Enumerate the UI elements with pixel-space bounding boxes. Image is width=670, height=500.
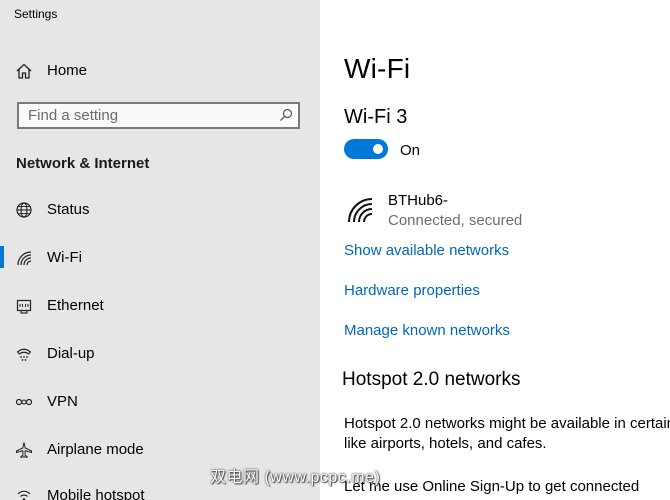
sidebar-item-airplane-mode[interactable]: Airplane mode [0,430,320,470]
wifi-toggle[interactable] [344,139,388,159]
sidebar-item-label: Airplane mode [47,441,144,458]
sidebar-item-mobile-hotspot[interactable]: Mobile hotspot [0,476,320,500]
wifi-signal-icon [346,196,376,224]
toggle-state-label: On [400,142,421,159]
sidebar-item-label: Status [47,201,90,218]
search-input[interactable] [19,104,278,127]
home-nav-item[interactable]: Home [0,54,320,88]
hotspot-description: Hotspot 2.0 networks might be available … [344,414,670,454]
sidebar-item-label: Dial-up [47,345,95,362]
search-box[interactable] [17,102,300,129]
home-label: Home [47,62,88,79]
show-available-networks-link[interactable]: Show available networks [344,242,509,259]
sidebar-item-wifi[interactable]: Wi-Fi [0,238,320,278]
sidebar-item-label: Wi-Fi [47,249,82,266]
network-status: Connected, secured [388,212,523,229]
globe-icon [15,201,33,219]
selection-indicator [0,246,4,268]
page-title: Wi-Fi [344,53,411,84]
adapter-name: Wi-Fi 3 [344,106,408,128]
connected-network[interactable]: BTHub6- Connected, secured [344,190,644,232]
dialup-icon [15,345,33,363]
airplane-icon [15,441,33,459]
ethernet-icon [15,297,33,315]
hotspot-description-line1: Hotspot 2.0 networks might be available … [344,415,670,432]
sidebar-item-ethernet[interactable]: Ethernet [0,286,320,326]
sidebar: Settings Home Network & Internet [0,0,320,500]
content-pane: Wi-Fi Wi-Fi 3 On BTHub6- Connected, secu… [320,0,670,500]
hardware-properties-link[interactable]: Hardware properties [344,282,480,299]
hotspot-signup-text: Let me use Online Sign-Up to get connect… [344,478,640,495]
section-heading: Network & Internet [16,155,150,172]
sidebar-item-label: Ethernet [47,297,104,314]
manage-known-networks-link[interactable]: Manage known networks [344,322,510,339]
sidebar-item-status[interactable]: Status [0,190,320,230]
settings-window: Settings Home Network & Internet [0,0,670,500]
sidebar-item-dialup[interactable]: Dial-up [0,334,320,374]
wifi-icon [15,249,33,267]
hotspot-icon [15,487,33,500]
sidebar-item-vpn[interactable]: VPN [0,382,320,422]
search-icon[interactable] [279,108,293,122]
sidebar-item-label: VPN [47,393,78,410]
network-name: BTHub6- [388,192,449,209]
toggle-knob [373,144,383,154]
app-title: Settings [14,7,58,21]
home-icon [15,62,33,80]
sidebar-item-label: Mobile hotspot [47,487,145,500]
vpn-icon [15,393,33,411]
hotspot-heading: Hotspot 2.0 networks [342,369,521,390]
hotspot-description-line2: like airports, hotels, and cafes. [344,435,547,452]
